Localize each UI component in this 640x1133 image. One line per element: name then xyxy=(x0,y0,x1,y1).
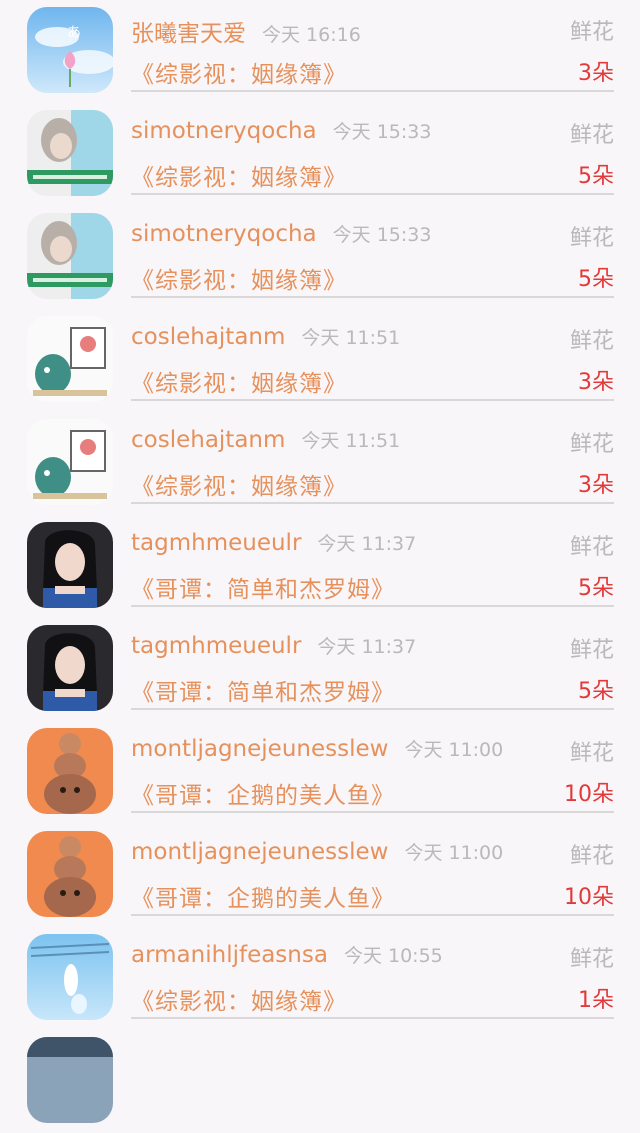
gift-type-label: 鲜花 xyxy=(569,844,614,869)
list-item[interactable]: coslehajtanm 今天 11:51 鲜花 《综影视：姻缘簿》 3朵 xyxy=(0,412,640,515)
avatar[interactable] xyxy=(27,316,113,402)
flower-count: 10朵 xyxy=(564,885,614,910)
gift-type-label: 鲜花 xyxy=(569,432,614,457)
divider xyxy=(131,605,614,607)
gift-type-label: 鲜花 xyxy=(569,638,614,663)
gift-type-label: 鲜花 xyxy=(569,741,614,766)
divider xyxy=(131,914,614,916)
divider xyxy=(131,1017,614,1019)
avatar[interactable]: あ xyxy=(27,7,113,93)
avatar-image xyxy=(27,419,113,505)
avatar[interactable] xyxy=(27,625,113,711)
list-item[interactable]: montljagnejeunesslew 今天 11:00 鲜花 《哥谭：企鹅的美… xyxy=(0,721,640,824)
book-title[interactable]: 《哥谭：简单和杰罗姆》 xyxy=(131,680,395,706)
timestamp: 今天 11:51 xyxy=(301,327,401,349)
list-item[interactable]: armanihljfeasnsa 今天 10:55 鲜花 《综影视：姻缘簿》 1朵 xyxy=(0,927,640,1030)
username[interactable]: coslehajtanm xyxy=(131,427,285,453)
gift-type-label: 鲜花 xyxy=(569,123,614,148)
list-item[interactable]: coslehajtanm 今天 11:51 鲜花 《综影视：姻缘簿》 3朵 xyxy=(0,309,640,412)
book-title[interactable]: 《综影视：姻缘簿》 xyxy=(131,62,347,88)
divider xyxy=(131,193,614,195)
list-item[interactable]: simotneryqocha 今天 15:33 鲜花 《综影视：姻缘簿》 5朵 xyxy=(0,103,640,206)
gift-type-label: 鲜花 xyxy=(569,226,614,251)
username[interactable]: tagmhmeueulr xyxy=(131,530,301,556)
book-title[interactable]: 《综影视：姻缘簿》 xyxy=(131,268,347,294)
avatar[interactable] xyxy=(27,213,113,299)
list-item[interactable]: simotneryqocha 今天 15:33 鲜花 《综影视：姻缘簿》 5朵 xyxy=(0,206,640,309)
avatar-image xyxy=(27,522,113,608)
flower-count: 5朵 xyxy=(578,679,614,704)
divider xyxy=(131,708,614,710)
timestamp: 今天 15:33 xyxy=(332,121,432,143)
username[interactable]: armanihljfeasnsa xyxy=(131,942,328,968)
timestamp: 今天 16:16 xyxy=(262,24,361,46)
avatar[interactable] xyxy=(27,522,113,608)
username[interactable]: tagmhmeueulr xyxy=(131,633,301,659)
book-title[interactable]: 《哥谭：企鹅的美人鱼》 xyxy=(131,886,395,912)
username[interactable]: coslehajtanm xyxy=(131,324,285,350)
avatar-image xyxy=(27,625,113,711)
username[interactable]: montljagnejeunesslew xyxy=(131,839,388,865)
flower-count: 3朵 xyxy=(578,473,614,498)
list-item[interactable] xyxy=(0,1030,640,1133)
divider xyxy=(131,502,614,504)
list-item[interactable]: montljagnejeunesslew 今天 11:00 鲜花 《哥谭：企鹅的美… xyxy=(0,824,640,927)
book-title[interactable]: 《综影视：姻缘簿》 xyxy=(131,165,347,191)
avatar[interactable] xyxy=(27,831,113,917)
timestamp: 今天 15:33 xyxy=(332,224,432,246)
divider xyxy=(131,296,614,298)
timestamp: 今天 10:55 xyxy=(343,945,443,967)
avatar-image xyxy=(27,934,113,1020)
flower-count: 3朵 xyxy=(578,61,614,86)
timestamp: 今天 11:00 xyxy=(404,739,504,761)
avatar-image xyxy=(27,316,113,402)
divider xyxy=(131,399,614,401)
avatar[interactable] xyxy=(27,110,113,196)
gift-message-list: あ 张曦害天爱 今天 16:16 鲜花 《综影视：姻缘簿》 3朵 simotner… xyxy=(0,0,640,1133)
book-title[interactable]: 《综影视：姻缘簿》 xyxy=(131,474,347,500)
timestamp: 今天 11:37 xyxy=(317,636,417,658)
flower-count: 5朵 xyxy=(578,576,614,601)
list-item[interactable]: tagmhmeueulr 今天 11:37 鲜花 《哥谭：简单和杰罗姆》 5朵 xyxy=(0,515,640,618)
avatar-image xyxy=(27,728,113,814)
svg-text:あ: あ xyxy=(67,25,81,41)
divider xyxy=(131,811,614,813)
list-item[interactable]: あ 张曦害天爱 今天 16:16 鲜花 《综影视：姻缘簿》 3朵 xyxy=(0,0,640,103)
avatar-image xyxy=(27,831,113,917)
username[interactable]: simotneryqocha xyxy=(131,221,317,247)
book-title[interactable]: 《哥谭：企鹅的美人鱼》 xyxy=(131,783,395,809)
gift-type-label: 鲜花 xyxy=(569,329,614,354)
flower-count: 10朵 xyxy=(564,782,614,807)
timestamp: 今天 11:51 xyxy=(301,430,401,452)
flower-count: 5朵 xyxy=(578,267,614,292)
flower-count: 5朵 xyxy=(578,164,614,189)
avatar[interactable] xyxy=(27,1037,113,1123)
timestamp: 今天 11:37 xyxy=(317,533,417,555)
gift-type-label: 鲜花 xyxy=(569,535,614,560)
gift-type-label: 鲜花 xyxy=(569,20,614,45)
divider xyxy=(131,90,614,92)
avatar-image xyxy=(27,1037,113,1123)
book-title[interactable]: 《综影视：姻缘簿》 xyxy=(131,989,347,1015)
avatar[interactable] xyxy=(27,934,113,1020)
username[interactable]: montljagnejeunesslew xyxy=(131,736,388,762)
flower-count: 3朵 xyxy=(578,370,614,395)
avatar[interactable] xyxy=(27,728,113,814)
timestamp: 今天 11:00 xyxy=(404,842,504,864)
username[interactable]: simotneryqocha xyxy=(131,118,317,144)
avatar-image xyxy=(27,213,113,299)
book-title[interactable]: 《综影视：姻缘簿》 xyxy=(131,371,347,397)
avatar-image: あ xyxy=(27,7,113,93)
gift-type-label: 鲜花 xyxy=(569,947,614,972)
username[interactable]: 张曦害天爱 xyxy=(131,21,246,47)
avatar-image xyxy=(27,110,113,196)
book-title[interactable]: 《哥谭：简单和杰罗姆》 xyxy=(131,577,395,603)
avatar[interactable] xyxy=(27,419,113,505)
flower-count: 1朵 xyxy=(578,988,614,1013)
list-item[interactable]: tagmhmeueulr 今天 11:37 鲜花 《哥谭：简单和杰罗姆》 5朵 xyxy=(0,618,640,721)
